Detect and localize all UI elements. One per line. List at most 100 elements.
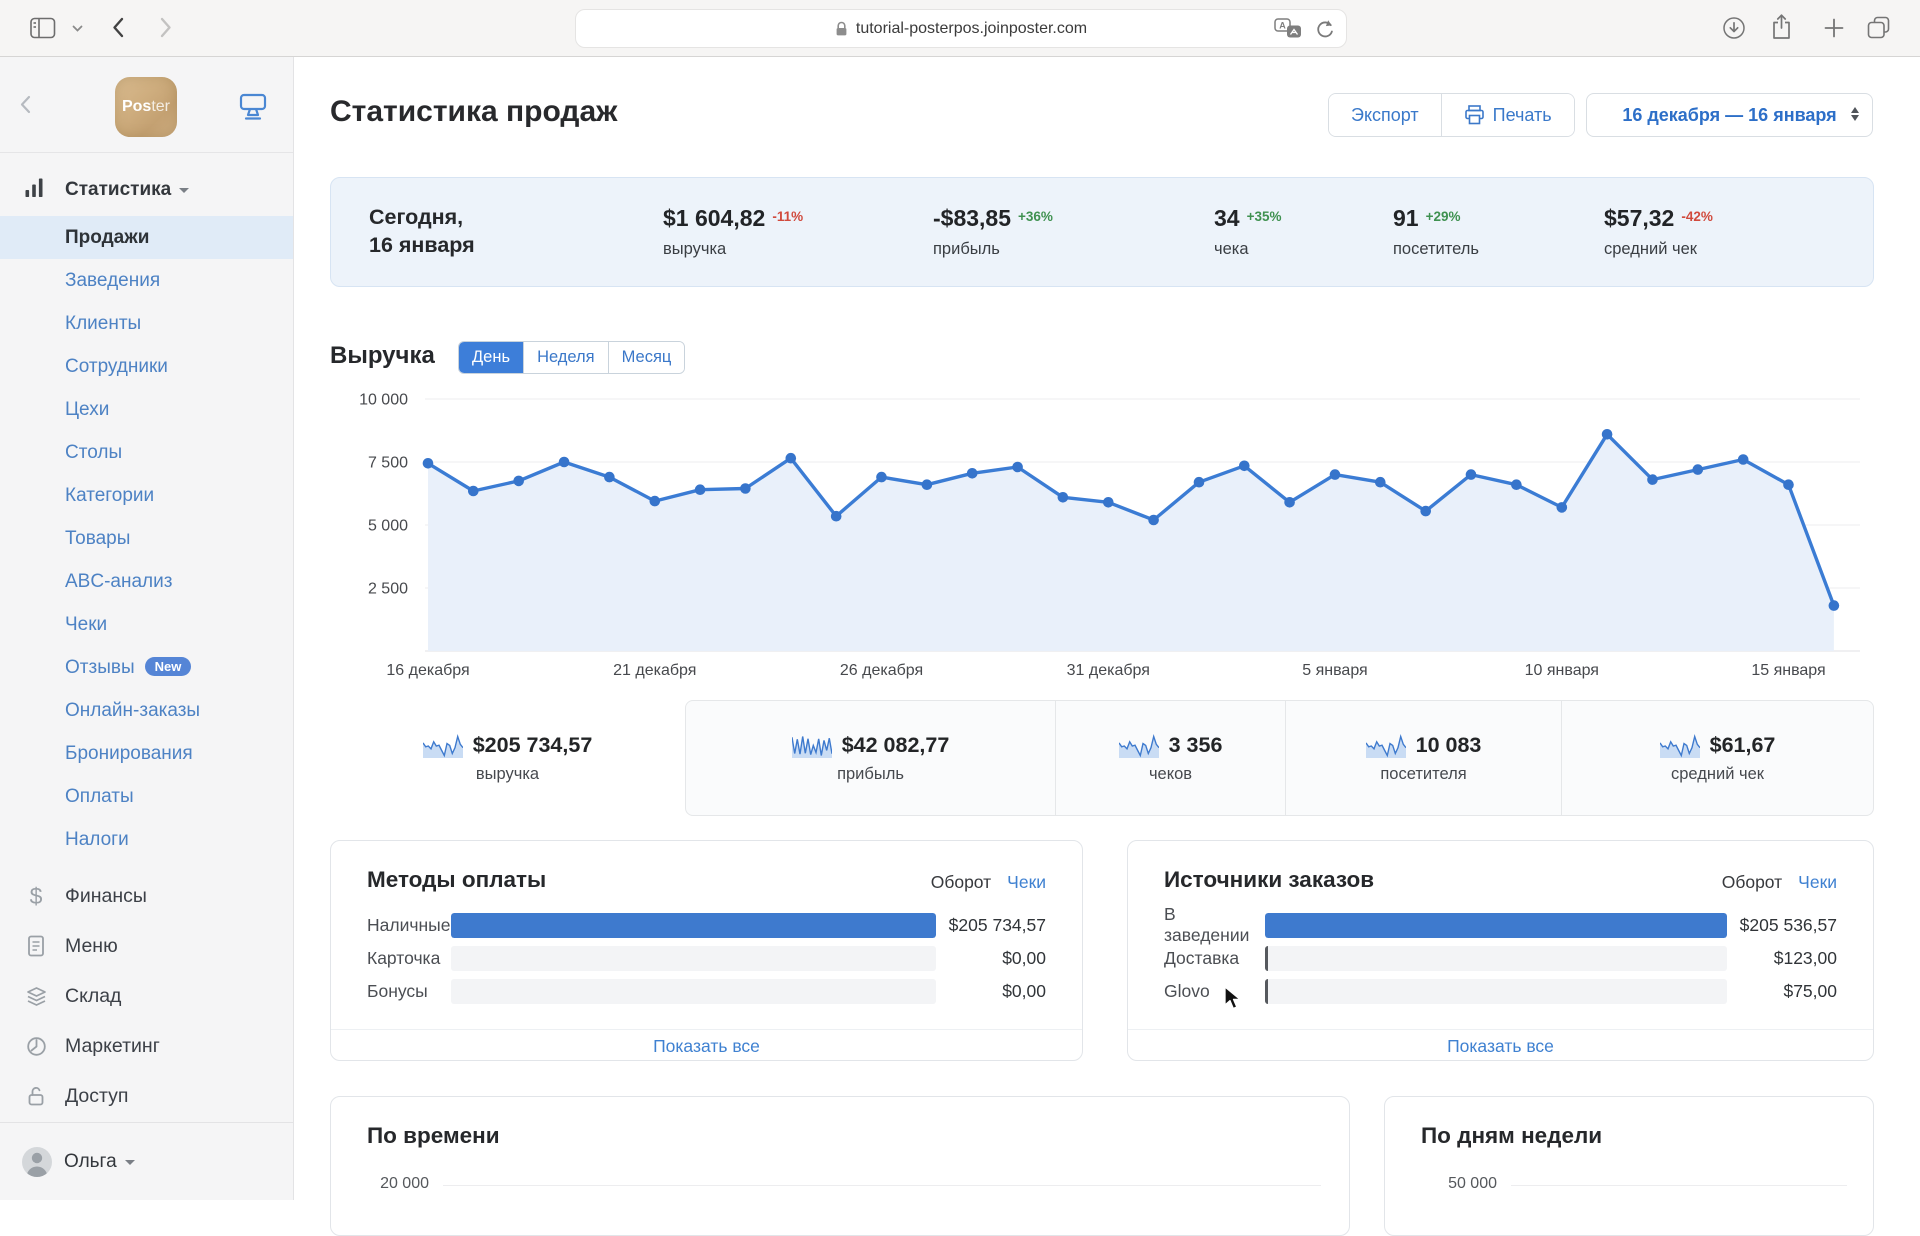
sidebar-item-0[interactable]: Продажи (0, 216, 293, 259)
export-button[interactable]: Экспорт (1329, 94, 1441, 136)
print-label: Печать (1492, 105, 1552, 125)
sidebar-item-1[interactable]: Заведения (0, 259, 293, 302)
mouse-cursor (1224, 986, 1244, 1017)
chevron-down-icon[interactable] (72, 25, 83, 33)
print-button[interactable]: Печать (1440, 94, 1574, 136)
stat-value: $57,32 (1604, 205, 1675, 231)
pos-terminal-icon[interactable] (238, 93, 268, 126)
stat-label: выручка (663, 240, 727, 258)
sparkline-icon (1365, 732, 1406, 758)
sidebar-item-13[interactable]: Оплаты (0, 775, 293, 818)
lock-icon (835, 21, 848, 37)
sidebar-toggle-icon[interactable] (30, 17, 56, 39)
total-cell-прибыль[interactable]: $42 082,77 прибыль (685, 700, 1056, 816)
show-all-link[interactable]: Показать все (331, 1030, 1082, 1062)
panel-row-Доставка[interactable]: Доставка $123,00 (1128, 942, 1873, 974)
panel-title: Методы оплаты (367, 867, 547, 892)
svg-text:10 января: 10 января (1525, 662, 1599, 679)
svg-text:16 декабря: 16 декабря (386, 662, 469, 679)
date-range-select[interactable]: 16 декабря — 16 января (1586, 93, 1873, 137)
new-tab-icon[interactable] (1824, 18, 1844, 38)
lock-open-icon (24, 1071, 48, 1121)
section-label: Меню (65, 935, 118, 957)
sidebar-item-14[interactable]: Налоги (0, 818, 293, 861)
row-value: $205 536,57 (1739, 914, 1837, 935)
payment-methods-panel: Методы оплаты Оборот Чеки Наличные $205 7… (330, 840, 1083, 1061)
tab-2[interactable]: Месяц (607, 342, 685, 373)
sidebar-item-label: Онлайн-заказы (65, 700, 201, 721)
collapse-sidebar-icon[interactable] (20, 95, 31, 119)
tab-overview-icon[interactable] (1866, 15, 1891, 40)
row-label: Glovo (1164, 980, 1210, 1001)
share-icon[interactable] (1770, 13, 1793, 41)
reload-icon[interactable] (1315, 19, 1334, 39)
row-bar (1265, 912, 1727, 938)
downloads-icon[interactable] (1722, 16, 1746, 40)
sidebar-item-12[interactable]: Бронирования (0, 732, 293, 775)
svg-text:7 500: 7 500 (368, 455, 408, 472)
panel-row-Бонусы[interactable]: Бонусы $0,00 (331, 975, 1082, 1007)
caret-down-icon (179, 187, 190, 193)
sidebar-item-label: Заведения (65, 270, 161, 291)
svg-text:15 января: 15 января (1751, 662, 1825, 679)
turnover-toggle[interactable]: Оборот (931, 872, 991, 893)
sidebar-item-3[interactable]: Сотрудники (0, 345, 293, 388)
revenue-chart[interactable]: 2 500 5 000 7 500 10 000 16 декабря 21 декабр… (330, 382, 1875, 682)
sparkline-icon (1659, 732, 1700, 758)
sparkline-icon (1118, 732, 1159, 758)
sparkline-icon (791, 732, 832, 758)
row-label: Наличные (367, 914, 451, 935)
turnover-toggle[interactable]: Оборот (1722, 872, 1782, 893)
sidebar-item-10[interactable]: Отзывы New (0, 646, 293, 689)
receipts-toggle[interactable]: Чеки (1798, 872, 1837, 893)
header-actions: Экспорт Печать (1328, 93, 1575, 137)
address-bar[interactable]: tutorial-posterpos.joinposter.com A (575, 9, 1347, 48)
panel-row-В заведении[interactable]: В заведении $205 536,57 (1128, 904, 1873, 945)
sidebar-item-menu[interactable]: Меню (0, 921, 293, 971)
export-label: Экспорт (1351, 105, 1419, 125)
user-name: Ольга (64, 1151, 117, 1172)
sidebar-item-finances[interactable]: $ Финансы (0, 871, 293, 921)
sidebar-item-9[interactable]: Чеки (0, 603, 293, 646)
back-icon[interactable] (112, 17, 124, 38)
caret-down-icon (124, 1159, 135, 1165)
panel-title: По времени (367, 1123, 500, 1148)
sidebar-item-label: ABC-анализ (65, 571, 173, 592)
total-cell-выручка[interactable]: $205 734,57 выручка (330, 700, 685, 816)
sidebar: Poster Статистика Продажи Заведения Клиент… (0, 57, 294, 1200)
translate-icon[interactable]: A (1274, 18, 1303, 39)
sidebar-item-6[interactable]: Категории (0, 474, 293, 517)
sidebar-item-4[interactable]: Цехи (0, 388, 293, 431)
sidebar-item-8[interactable]: ABC-анализ (0, 560, 293, 603)
total-cell-средний чек[interactable]: $61,67 средний чек (1562, 700, 1874, 816)
sidebar-item-5[interactable]: Столы (0, 431, 293, 474)
user-menu[interactable]: Ольга (0, 1122, 293, 1200)
avatar (22, 1147, 52, 1177)
period-tabs: День Неделя Месяц (458, 341, 686, 374)
marketing-icon (24, 1021, 48, 1071)
sidebar-item-label: Клиенты (65, 313, 142, 334)
gridline (443, 1185, 1321, 1186)
sidebar-item-access[interactable]: Доступ (0, 1071, 293, 1121)
sidebar-item-marketing[interactable]: Маркетинг (0, 1021, 293, 1071)
tab-0[interactable]: День (459, 342, 524, 373)
svg-text:31 декабря: 31 декабря (1067, 662, 1150, 679)
stat-label: прибыль (933, 240, 1000, 258)
panel-row-Карточка[interactable]: Карточка $0,00 (331, 942, 1082, 974)
row-bar (451, 978, 936, 1004)
forward-icon[interactable] (160, 17, 172, 38)
panel-row-Наличные[interactable]: Наличные $205 734,57 (331, 909, 1082, 941)
receipts-toggle[interactable]: Чеки (1007, 872, 1046, 893)
printer-icon (1464, 105, 1485, 125)
sidebar-section-statistics[interactable]: Статистика (0, 175, 293, 205)
sidebar-item-warehouse[interactable]: Склад (0, 971, 293, 1021)
sidebar-item-2[interactable]: Клиенты (0, 302, 293, 345)
sidebar-item-11[interactable]: Онлайн-заказы (0, 689, 293, 732)
total-cell-чеков[interactable]: 3 356 чеков (1056, 700, 1286, 816)
stat-value: 91 (1393, 205, 1419, 231)
sidebar-item-7[interactable]: Товары (0, 517, 293, 560)
show-all-link[interactable]: Показать все (1128, 1030, 1873, 1062)
tab-1[interactable]: Неделя (523, 342, 608, 373)
total-cell-посетителя[interactable]: 10 083 посетителя (1286, 700, 1562, 816)
poster-logo[interactable]: Poster (115, 77, 177, 137)
